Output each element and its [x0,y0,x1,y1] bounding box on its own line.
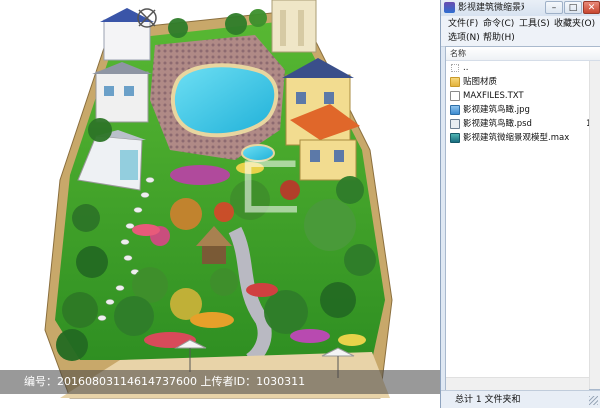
file-row-folder[interactable]: 贴图材质 [446,75,600,89]
folder-icon [450,77,460,87]
menu-tools[interactable]: 工具(S) [519,17,550,31]
file-name: 贴图材质 [463,77,498,87]
menu-favorites[interactable]: 收藏夹(O) [554,17,595,31]
file-explorer-window: 影视建筑微缩景观... – □ ✕ 文件(F) 命令(C) 工具(S) 收藏夹(… [440,0,600,408]
close-button[interactable]: ✕ [583,1,600,14]
watermark-logo: 匚 [238,152,302,227]
horizontal-scrollbar[interactable] [446,377,589,390]
window-title: 影视建筑微缩景观... [458,3,524,13]
text-file-icon [450,91,460,101]
max-file-icon [450,133,460,143]
menu-command[interactable]: 命令(C) [483,17,514,31]
swimming-pool [170,63,279,138]
archive-app-icon [444,2,455,13]
image-file-icon [450,105,460,115]
resize-grip-icon[interactable] [589,396,598,405]
file-name: .. [463,63,469,73]
menu-bar: 文件(F) 命令(C) 工具(S) 收藏夹(O) 选项(N) 帮助(H) [441,16,600,47]
menu-file[interactable]: 文件(F) [448,17,478,31]
watermark-text: 编号：20160803114614737600 上传者ID：1030311 [24,375,306,388]
building-left-villa [92,62,152,123]
parent-folder-icon [450,63,460,73]
file-name: 影视建筑鸟瞰.jpg [463,105,530,115]
title-bar[interactable]: 影视建筑微缩景观... – □ ✕ [441,0,600,16]
column-header: 名称 [446,47,600,61]
file-row-max[interactable]: 影视建筑微缩景观模型.max [446,131,600,145]
status-text: 总计 1 文件夹和 [455,395,521,405]
file-list: 名称 .. 贴图材质 MAXFILES.TXT 1 影视建筑鸟瞰.jpg 1 影… [445,46,600,390]
minimize-button[interactable]: – [545,1,563,14]
psd-file-icon [450,119,460,129]
column-header-name[interactable]: 名称 [450,47,466,60]
file-name: 影视建筑微缩景观模型.max [463,133,570,143]
maximize-button[interactable]: □ [564,1,582,14]
status-bar: 总计 1 文件夹和 [441,390,600,408]
garden-render [44,0,393,399]
file-row-up[interactable]: .. [446,61,600,75]
watermark-bar: 编号：20160803114614737600 上传者ID：1030311 [0,370,440,394]
render-viewport: 匚 编号：20160803114614737600 上传者ID：1030311 [0,0,440,408]
building-windmill-house [100,8,157,61]
building-tower-top [271,0,317,53]
file-row-txt[interactable]: MAXFILES.TXT 1 [446,89,600,103]
vertical-scrollbar[interactable] [589,61,600,389]
file-name: MAXFILES.TXT [463,91,524,101]
file-row-psd[interactable]: 影视建筑鸟瞰.psd 16 [446,117,600,131]
file-name: 影视建筑鸟瞰.psd [463,119,532,129]
file-row-jpg[interactable]: 影视建筑鸟瞰.jpg 1 [446,103,600,117]
menu-help[interactable]: 帮助(H) [483,31,515,45]
menu-options[interactable]: 选项(N) [448,31,480,45]
